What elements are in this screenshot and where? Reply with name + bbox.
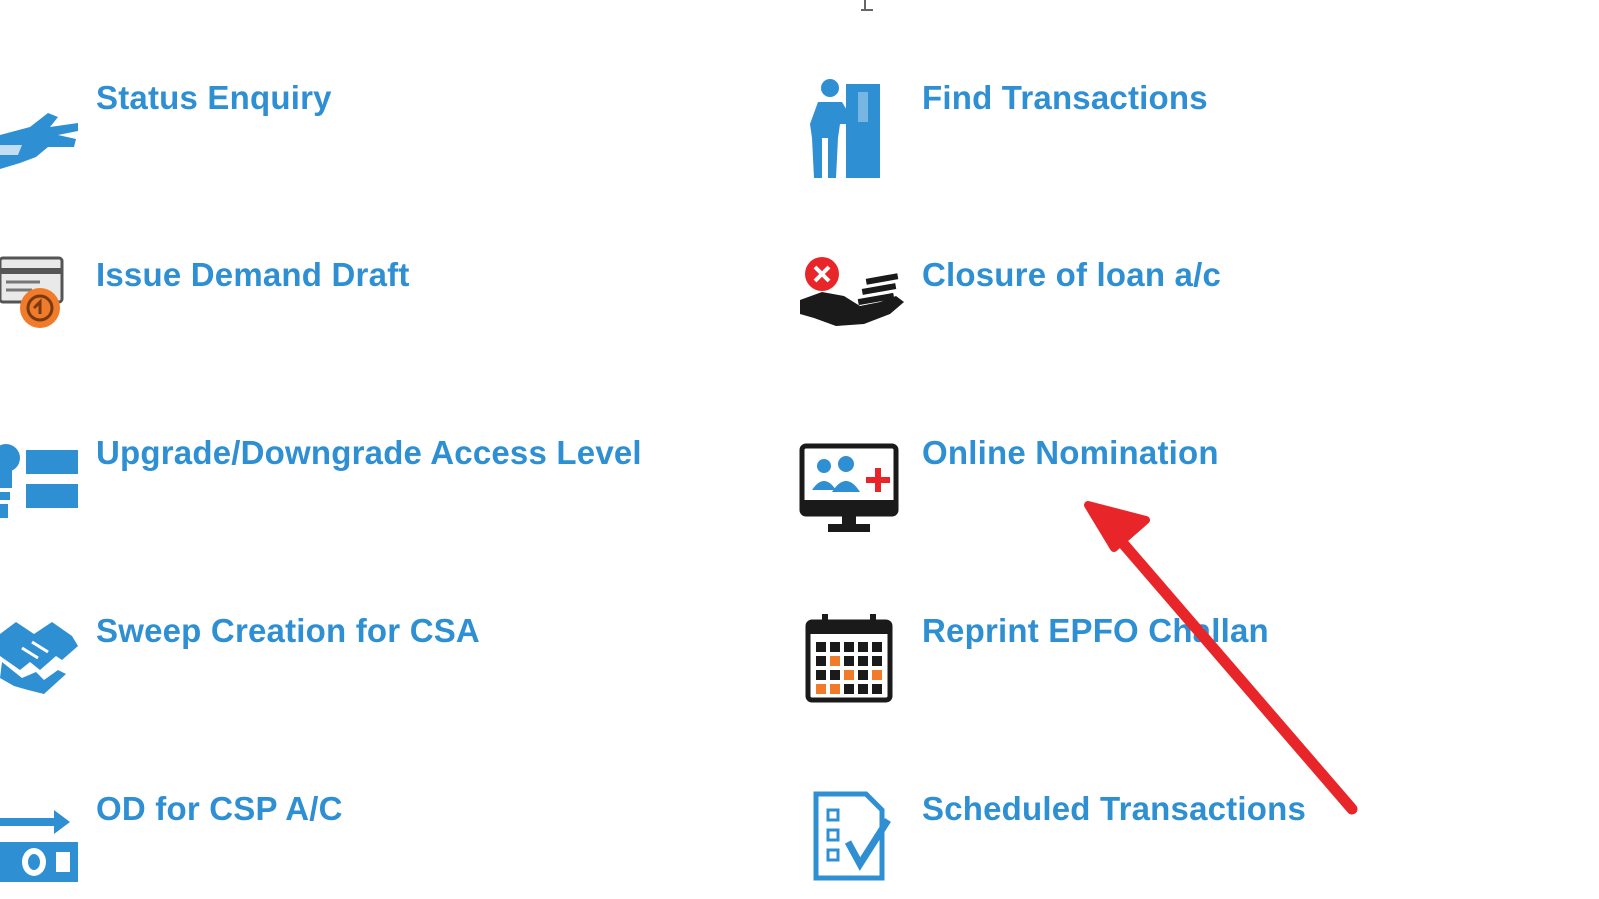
hand-pointing-icon	[0, 105, 80, 185]
menu-item-issue-demand-draft[interactable]: Issue Demand Draft	[0, 248, 640, 368]
menu-label: OD for CSP A/C	[96, 790, 343, 827]
top-partial-icon	[855, 0, 879, 14]
checklist-icon	[812, 791, 892, 882]
menu-item-scheduled-transactions[interactable]: Scheduled Transactions	[800, 782, 1440, 899]
menu-item-reprint-epfo-challan[interactable]: Reprint EPFO Challan	[800, 604, 1440, 724]
menu-label: Sweep Creation for CSA	[96, 612, 480, 649]
menu-item-status-enquiry[interactable]: Status Enquiry	[0, 70, 640, 190]
monitor-users-plus-icon	[799, 443, 900, 536]
menu-label: Reprint EPFO Challan	[922, 612, 1269, 649]
banknote-arrow-icon	[0, 804, 80, 884]
menu-item-sweep-creation-for-csa[interactable]: Sweep Creation for CSA	[0, 604, 640, 724]
menu-item-online-nomination[interactable]: Online Nomination	[799, 426, 1440, 546]
menu-item-upgrade-downgrade-access-level[interactable]: Upgrade/Downgrade Access Level	[0, 426, 660, 546]
menu-label: Find Transactions	[922, 79, 1208, 116]
menu-label: Status Enquiry	[96, 79, 332, 116]
calendar-icon	[805, 614, 894, 704]
menu-label: Upgrade/Downgrade Access Level	[96, 434, 642, 471]
menu-item-closure-of-loan-ac[interactable]: Closure of loan a/c	[800, 248, 1440, 368]
menu-item-od-for-csp-ac[interactable]: OD for CSP A/C	[0, 782, 640, 899]
menu-label: Issue Demand Draft	[96, 256, 410, 293]
cancel-cash-hand-icon	[800, 256, 908, 330]
demand-draft-icon	[0, 256, 70, 328]
menu-label: Online Nomination	[922, 434, 1219, 471]
menu-item-find-transactions[interactable]: Find Transactions	[800, 70, 1440, 190]
access-level-icon	[0, 436, 82, 522]
person-at-door-icon	[808, 78, 884, 182]
menu-label: Scheduled Transactions	[922, 790, 1307, 827]
menu-label: Closure of loan a/c	[922, 256, 1222, 293]
handshake-icon	[0, 612, 80, 700]
